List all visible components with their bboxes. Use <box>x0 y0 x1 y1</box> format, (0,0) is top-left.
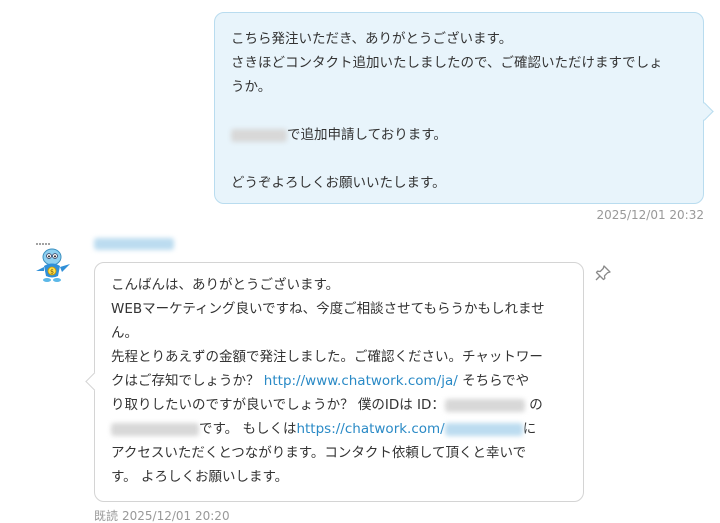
incoming-line-8: アクセスいただくとつながります。コンタクト依頼して頂くと幸いで <box>111 445 527 461</box>
incoming-line-7: です。 もしくはhttps://chatwork.com/に <box>111 417 567 441</box>
redacted-name <box>231 128 287 142</box>
chatwork-profile-link[interactable]: https://chatwork.com/ <box>296 421 444 437</box>
redacted-id-2 <box>111 422 199 436</box>
outgoing-line-2: さきほどコンタクト追加いたしましたので、ご確認いただけますでしょ <box>231 55 663 71</box>
incoming-line-5-tail: そちらでや <box>457 373 530 389</box>
sender-avatar[interactable]: $ <box>32 240 76 284</box>
incoming-line-7-text: です。 もしくは <box>199 421 297 437</box>
redacted-link-path[interactable] <box>444 422 523 436</box>
redacted-id <box>444 398 525 412</box>
incoming-meta: 既読 2025/12/01 20:20 <box>94 507 234 523</box>
read-label: 既読 <box>94 509 119 523</box>
incoming-line-7-tail: に <box>522 421 537 437</box>
chat-thread: こちら発注いただき、ありがとうございます。 さきほどコンタクト追加いたしましたの… <box>0 0 720 523</box>
incoming-line-2: WEBマーケティング良いですね、今度ご相談させてもらうかもしれませ <box>111 301 545 317</box>
outgoing-line-4-text: で追加申請しております。 <box>287 127 447 143</box>
incoming-line-5: クはご存知でしょうか？ http://www.chatwork.com/ja/ … <box>111 369 567 393</box>
outgoing-line-4: で追加申請しております。 <box>231 123 687 147</box>
mascot-avatar-icon: $ <box>36 243 70 282</box>
outgoing-line-1: こちら発注いただき、ありがとうございます。 <box>231 31 513 47</box>
pin-button[interactable] <box>594 264 612 282</box>
incoming-line-6-text: り取りしたいのですが良いでしょうか？ 僕のIDは ID： <box>111 397 445 413</box>
outgoing-line-5: どうぞよろしくお願いいたします。 <box>231 175 446 191</box>
incoming-message-bubble: こんばんは、ありがとうございます。 WEBマーケティング良いですね、今度ご相談さ… <box>94 262 584 502</box>
chatwork-link[interactable]: http://www.chatwork.com/ja/ <box>264 373 458 389</box>
outgoing-message-bubble: こちら発注いただき、ありがとうございます。 さきほどコンタクト追加いたしましたの… <box>214 12 704 204</box>
incoming-line-6: り取りしたいのですが良いでしょうか？ 僕のIDは ID： の <box>111 393 567 417</box>
outgoing-timestamp: 2025/12/01 20:32 <box>596 208 704 222</box>
sender-name-redacted[interactable] <box>94 238 174 250</box>
incoming-line-1: こんばんは、ありがとうございます。 <box>111 277 340 293</box>
svg-text:$: $ <box>50 269 54 276</box>
pin-icon <box>595 265 611 281</box>
incoming-line-4: 先程とりあえずの金額で発注しました。ご確認ください。チャットワー <box>111 349 543 365</box>
incoming-line-9: す。 よろしくお願いします。 <box>111 469 289 485</box>
incoming-line-3: ん。 <box>111 325 138 341</box>
outgoing-line-3: うか。 <box>231 79 272 95</box>
incoming-timestamp: 2025/12/01 20:20 <box>122 509 230 523</box>
incoming-line-6-tail: の <box>524 397 543 413</box>
incoming-line-5-text: クはご存知でしょうか？ <box>111 373 264 389</box>
